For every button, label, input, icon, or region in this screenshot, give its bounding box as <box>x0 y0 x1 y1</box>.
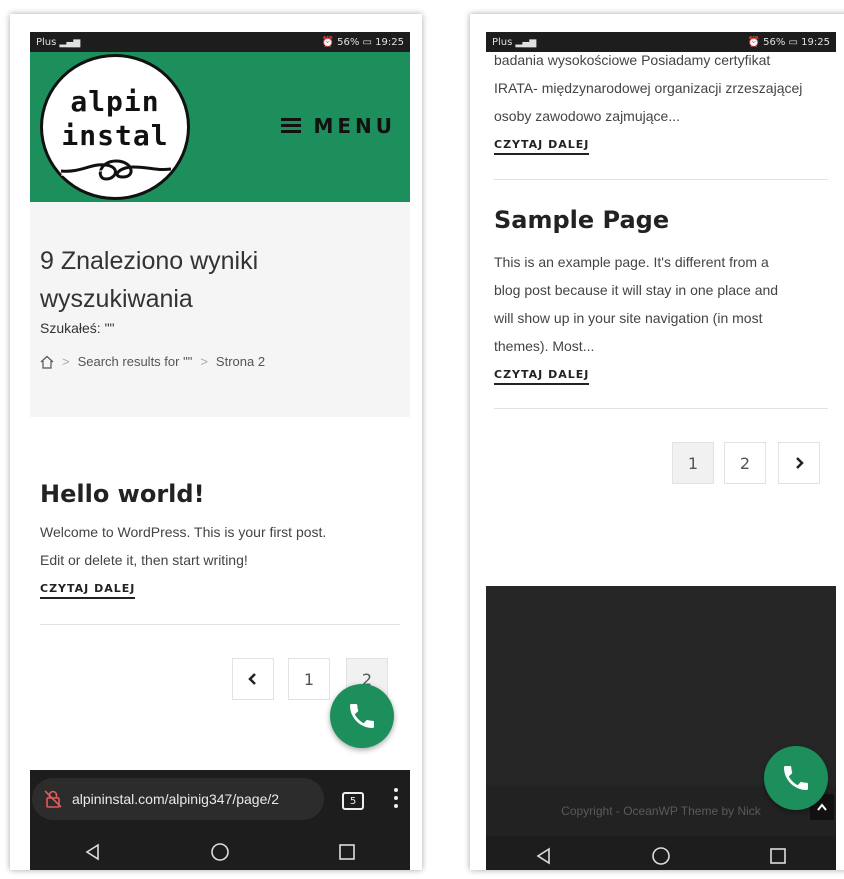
rope-knot-icon <box>61 159 171 181</box>
logo-text-line1: alpin <box>70 85 160 118</box>
android-nav-bar <box>30 832 410 870</box>
read-more-link[interactable]: CZYTAJ DALEJ <box>494 368 590 385</box>
url-text: alpininstal.com/alpinig347/page/2 <box>72 791 280 807</box>
address-field[interactable]: alpininstal.com/alpinig347/page/2 <box>32 778 324 820</box>
tab-count: 5 <box>349 795 357 807</box>
pagination-page-1[interactable]: 1 <box>288 658 330 700</box>
excerpt-line: will show up in your site navigation (in… <box>494 310 763 326</box>
phone-icon <box>784 766 808 790</box>
logo-text-line2: instal <box>61 119 169 152</box>
home-circle-icon[interactable] <box>651 846 671 866</box>
call-button[interactable] <box>330 684 394 748</box>
home-icon[interactable] <box>40 355 54 369</box>
site-header: alpin instal MENU <box>30 52 410 202</box>
back-icon[interactable] <box>84 843 102 861</box>
alarm-icon: ⏰ <box>321 36 334 48</box>
recents-icon[interactable] <box>338 843 356 861</box>
phone-screenshot-left: Plus ▂▄▆ ⏰ 56% ▭ 19:25 alpin instal MENU… <box>10 14 422 870</box>
kebab-menu-icon[interactable] <box>394 788 398 812</box>
excerpt-line: osoby zawodowo zajmujące... <box>494 108 680 124</box>
excerpt-line: Edit or delete it, then start writing! <box>40 552 248 568</box>
signal-icon: ▂▄▆ <box>59 37 81 48</box>
back-icon[interactable] <box>535 847 553 865</box>
page-title: 9 Znaleziono wyniki wyszukiwania <box>40 247 259 313</box>
excerpt-line: IRATA- międzynarodowej organizacji zrzes… <box>494 80 803 96</box>
breadcrumb-separator: > <box>200 354 208 369</box>
previous-post-excerpt: badania wysokościowe Posiadamy certyfika… <box>494 46 834 130</box>
chevron-left-icon <box>248 673 256 685</box>
recents-icon[interactable] <box>769 847 787 865</box>
status-bar: Plus ▂▄▆ ⏰ 56% ▭ 19:25 <box>486 32 836 52</box>
read-more-link[interactable]: CZYTAJ DALEJ <box>40 582 136 599</box>
excerpt-line: This is an example page. It's different … <box>494 254 769 270</box>
battery-percent: 56% <box>337 36 360 48</box>
carrier-label: Plus <box>36 36 57 48</box>
search-results-header: 9 Znaleziono wyniki wyszukiwania Szukałe… <box>30 202 410 417</box>
menu-toggle[interactable]: MENU <box>281 114 396 138</box>
excerpt-line: blog post because it will stay in one pl… <box>494 282 779 298</box>
chevron-up-icon <box>817 803 827 811</box>
hamburger-icon <box>281 118 302 134</box>
call-button[interactable] <box>764 746 828 810</box>
post-excerpt: Welcome to WordPress. This is your first… <box>40 518 326 574</box>
chevron-right-icon <box>796 457 804 469</box>
tabs-icon[interactable]: 5 <box>342 792 364 810</box>
read-more-link[interactable]: CZYTAJ DALEJ <box>494 138 590 155</box>
excerpt-line: Welcome to WordPress. This is your first… <box>40 524 327 540</box>
search-query: Szukałeś: "" <box>40 320 115 336</box>
divider <box>494 408 828 409</box>
clock: 19:25 <box>375 36 404 48</box>
breadcrumb-separator: > <box>62 354 70 369</box>
breadcrumb-page: Strona 2 <box>215 354 266 369</box>
android-nav-bar <box>486 836 836 870</box>
signal-icon: ▂▄▆ <box>515 37 537 48</box>
home-circle-icon[interactable] <box>210 842 230 862</box>
site-logo[interactable]: alpin instal <box>40 54 190 200</box>
breadcrumb-search[interactable]: Search results for "" <box>78 354 193 369</box>
battery-percent: 56% <box>763 36 786 48</box>
browser-url-bar: alpininstal.com/alpinig347/page/2 5 <box>30 770 410 832</box>
excerpt-line: themes). Most... <box>494 338 595 354</box>
post-excerpt: This is an example page. It's different … <box>494 248 834 360</box>
pagination-page-2[interactable]: 2 <box>724 442 766 484</box>
clock: 19:25 <box>801 36 830 48</box>
menu-label: MENU <box>313 114 396 138</box>
pagination-prev[interactable] <box>232 658 274 700</box>
divider <box>40 624 400 625</box>
battery-icon: ▭ <box>788 36 798 48</box>
post-title[interactable]: Sample Page <box>494 206 669 234</box>
alarm-icon: ⏰ <box>747 36 760 48</box>
pagination-page-1[interactable]: 1 <box>672 442 714 484</box>
battery-icon: ▭ <box>362 36 372 48</box>
pagination-next[interactable] <box>778 442 820 484</box>
carrier-label: Plus <box>492 36 513 48</box>
status-bar: Plus ▂▄▆ ⏰ 56% ▭ 19:25 <box>30 32 410 52</box>
phone-screenshot-right: badania wysokościowe Posiadamy certyfika… <box>470 14 844 870</box>
no-lock-icon[interactable] <box>42 788 64 810</box>
breadcrumb: > Search results for "" > Strona 2 <box>40 354 265 369</box>
phone-icon <box>350 704 374 728</box>
divider <box>494 179 828 180</box>
post-title[interactable]: Hello world! <box>40 480 205 508</box>
